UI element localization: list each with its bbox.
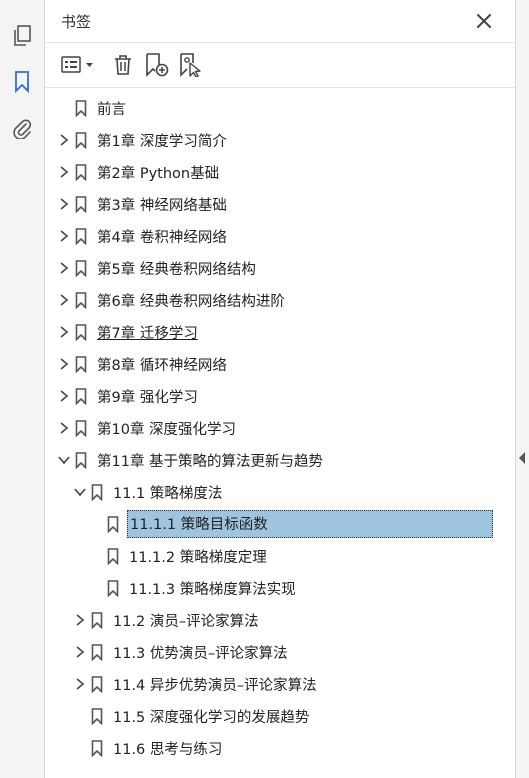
chevron-right-icon[interactable] [57, 133, 71, 147]
options-menu-button[interactable] [59, 51, 97, 79]
bookmark-icon [107, 547, 121, 565]
bookmark-label: 第10章 深度强化学习 [97, 421, 237, 438]
chevron-right-icon[interactable] [57, 421, 71, 435]
bookmark-item[interactable]: 前言 [57, 93, 126, 123]
bookmark-item[interactable]: 11.1.1 策略目标函数 [89, 509, 493, 539]
chevron-right-icon[interactable] [57, 261, 71, 275]
bookmark-label: 11.4 异步优势演员–评论家算法 [113, 677, 317, 694]
bookmark-item[interactable]: 第11章 基于策略的算法更新与趋势 [57, 445, 323, 475]
bookmark-icon [75, 99, 89, 117]
bookmark-label: 11.6 思考与练习 [113, 741, 223, 758]
document-edge [515, 0, 529, 778]
bookmark-item[interactable]: 第4章 卷积神经网络 [57, 221, 227, 251]
bookmark-label: 11.3 优势演员–评论家算法 [113, 645, 288, 662]
bookmark-icon [91, 483, 105, 501]
new-bookmark-button[interactable] [143, 51, 171, 79]
bookmarks-panel: 书签 前言 第1章 深度学习简介 第2章 Python基础 第3章 神经网络基础… [45, 0, 515, 778]
bookmark-icon [91, 611, 105, 629]
bookmark-item[interactable]: 第7章 迁移学习 [57, 317, 198, 347]
chevron-down-icon[interactable] [57, 453, 71, 467]
bookmark-label: 第9章 强化学习 [97, 389, 198, 406]
bookmark-label: 第7章 迁移学习 [97, 325, 198, 342]
bookmark-label: 11.2 演员–评论家算法 [113, 613, 259, 630]
bookmark-item[interactable]: 第6章 经典卷积网络结构进阶 [57, 285, 285, 315]
bookmark-item[interactable]: 第2章 Python基础 [57, 157, 219, 187]
bookmark-label: 第6章 经典卷积网络结构进阶 [97, 293, 285, 310]
bookmark-item[interactable]: 第5章 经典卷积网络结构 [57, 253, 256, 283]
new-bookmark-from-structure-icon [180, 53, 201, 77]
bookmark-item[interactable]: 第9章 强化学习 [57, 381, 198, 411]
bookmark-item[interactable]: 11.1.2 策略梯度定理 [89, 541, 267, 571]
close-icon [477, 14, 491, 28]
bookmark-label: 11.1.3 策略梯度算法实现 [129, 581, 296, 598]
bookmark-label: 第5章 经典卷积网络结构 [97, 261, 256, 278]
bookmark-icon [75, 227, 89, 245]
chevron-right-icon[interactable] [57, 229, 71, 243]
bookmark-label: 第11章 基于策略的算法更新与趋势 [97, 453, 324, 470]
bookmark-icon[interactable] [8, 68, 36, 96]
bookmark-icon [91, 675, 105, 693]
bookmark-icon [91, 643, 105, 661]
bookmark-icon [75, 131, 89, 149]
bookmark-label: 11.1.1 策略目标函数 [127, 510, 493, 538]
bookmark-label: 第2章 Python基础 [97, 165, 220, 182]
bookmark-item[interactable]: 11.6 思考与练习 [73, 733, 222, 763]
bookmark-icon [75, 419, 89, 437]
bookmark-icon [75, 291, 89, 309]
bookmark-label: 11.5 深度强化学习的发展趋势 [113, 709, 310, 726]
bookmark-icon [75, 387, 89, 405]
bookmark-label: 前言 [97, 101, 126, 118]
chevron-right-icon[interactable] [57, 293, 71, 307]
chevron-right-icon[interactable] [57, 165, 71, 179]
chevron-down-icon[interactable] [73, 485, 87, 499]
bookmark-icon [75, 163, 89, 181]
bookmark-icon [75, 259, 89, 277]
bookmark-label: 11.1 策略梯度法 [113, 485, 223, 502]
new-bookmark-icon [146, 53, 169, 77]
chevron-right-icon[interactable] [57, 197, 71, 211]
bookmark-label: 第4章 卷积神经网络 [97, 229, 227, 246]
collapse-arrow-icon[interactable] [519, 452, 525, 464]
options-menu-icon [61, 56, 93, 73]
bookmark-icon [75, 355, 89, 373]
paperclip-icon[interactable] [8, 114, 36, 142]
bookmark-item[interactable]: 第10章 深度强化学习 [57, 413, 236, 443]
chevron-right-icon[interactable] [57, 325, 71, 339]
bookmark-label: 第8章 循环神经网络 [97, 357, 227, 374]
close-panel-button[interactable] [473, 10, 495, 32]
chevron-right-icon[interactable] [73, 613, 87, 627]
bookmark-item[interactable]: 第3章 神经网络基础 [57, 189, 227, 219]
bookmark-item[interactable]: 11.5 深度强化学习的发展趋势 [73, 701, 309, 731]
bookmark-label: 第3章 神经网络基础 [97, 197, 227, 214]
new-bookmark-from-structure-button[interactable] [177, 51, 205, 79]
bookmark-item[interactable]: 11.1 策略梯度法 [73, 477, 222, 507]
delete-bookmark-button[interactable] [109, 51, 137, 79]
navigation-pane-toolbar [0, 0, 45, 778]
bookmark-label: 11.1.2 策略梯度定理 [129, 549, 267, 566]
panel-title: 书签 [61, 13, 92, 31]
bookmark-icon [75, 195, 89, 213]
divider [45, 42, 515, 43]
bookmark-item[interactable]: 11.2 演员–评论家算法 [73, 605, 259, 635]
delete-icon [115, 55, 131, 75]
chevron-right-icon[interactable] [57, 389, 71, 403]
chevron-right-icon[interactable] [73, 677, 87, 691]
bookmark-icon [75, 323, 89, 341]
bookmark-icon [91, 707, 105, 725]
divider [45, 87, 515, 88]
bookmark-item[interactable]: 第1章 深度学习简介 [57, 125, 227, 155]
bookmark-item[interactable]: 11.1.3 策略梯度算法实现 [89, 573, 296, 603]
pages-icon[interactable] [8, 22, 36, 50]
bookmark-label: 第1章 深度学习简介 [97, 133, 227, 150]
chevron-right-icon[interactable] [73, 645, 87, 659]
bookmark-item[interactable]: 11.4 异步优势演员–评论家算法 [73, 669, 317, 699]
chevron-right-icon[interactable] [57, 357, 71, 371]
bookmark-icon [75, 451, 89, 469]
bookmark-icon [91, 739, 105, 757]
bookmark-item[interactable]: 第8章 循环神经网络 [57, 349, 227, 379]
bookmark-icon [107, 515, 121, 533]
bookmark-icon [107, 579, 121, 597]
bookmark-item[interactable]: 11.3 优势演员–评论家算法 [73, 637, 288, 667]
